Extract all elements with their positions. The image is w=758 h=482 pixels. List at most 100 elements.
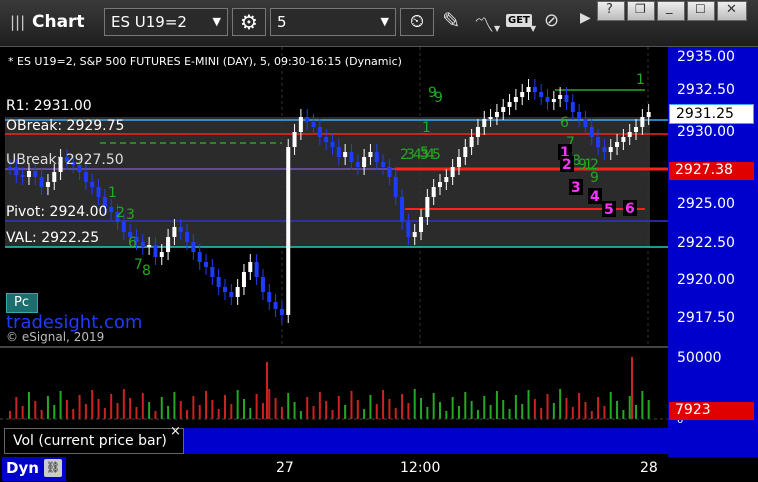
candle-body	[197, 252, 202, 262]
volume-bar	[426, 407, 429, 419]
volume-bar	[198, 405, 201, 419]
candle-body	[45, 182, 50, 187]
volume-bar	[306, 397, 309, 419]
get-data-icon[interactable]: GET	[506, 14, 532, 27]
volume-bar	[249, 408, 252, 419]
candle-body	[216, 277, 221, 287]
restore-icon: ❐	[635, 2, 646, 16]
candle-body	[589, 127, 594, 137]
volume-label-strip	[184, 428, 668, 454]
volume-bar	[103, 408, 106, 419]
volume-bar	[318, 392, 321, 419]
volume-bar	[559, 389, 562, 419]
volume-bar	[647, 400, 650, 419]
candle-body	[267, 292, 272, 302]
volume-bar	[413, 389, 416, 419]
candle-body	[475, 127, 480, 137]
volume-bar	[59, 391, 62, 419]
val-label: VAL: 2922.25	[6, 230, 100, 246]
volume-bar	[325, 401, 328, 419]
symbol-selector[interactable]: ES U19=2 ▼	[104, 8, 228, 36]
candle-body	[229, 292, 234, 297]
volume-bar	[628, 396, 631, 419]
candle-body	[615, 142, 620, 147]
minimize-button[interactable]: _	[657, 0, 685, 21]
volume-bar	[72, 409, 75, 419]
volume-study-label[interactable]: Vol (current price bar)	[4, 428, 184, 454]
candle-body	[450, 167, 455, 177]
volume-bar	[9, 411, 11, 419]
price-tick: 2935.00	[677, 49, 735, 65]
link-icon[interactable]: ⊘	[544, 10, 559, 31]
symbol-dropdown-icon[interactable]: ▼	[213, 9, 221, 35]
maximize-button[interactable]: ☐	[687, 1, 715, 21]
volume-bar	[502, 400, 505, 419]
candle-body	[279, 309, 284, 315]
volume-bar	[217, 409, 220, 419]
volume-bar	[401, 394, 404, 419]
volume-last-value: 7923	[675, 402, 711, 418]
volume-bar	[641, 391, 644, 419]
candle-body	[564, 95, 569, 102]
price-tick: 2920.00	[677, 272, 735, 288]
candle-body	[109, 207, 114, 212]
title-bar: ||| Chart ES U19=2 ▼ ⚙ 5 ▼ ⏲ ✎ 〽 ▼ GET ▼…	[0, 0, 758, 47]
pc-button[interactable]: Pc	[6, 293, 38, 313]
restore-button[interactable]: ❐	[627, 1, 655, 21]
close-study-icon[interactable]: ×	[170, 424, 181, 439]
link-chart-icon[interactable]: ⛓	[44, 459, 62, 477]
volume-bar	[135, 407, 138, 419]
volume-bar	[34, 401, 37, 419]
close-icon: ✕	[726, 2, 737, 17]
close-button[interactable]: ✕	[717, 1, 747, 21]
volume-bar	[337, 396, 340, 419]
dyn-button[interactable]: Dyn ⛓	[2, 457, 66, 481]
volume-bar	[571, 407, 574, 419]
candle-body	[191, 242, 196, 252]
volume-bar	[211, 400, 214, 419]
candle-body	[260, 277, 265, 292]
volume-bar	[179, 401, 182, 419]
volume-bar	[205, 391, 208, 419]
pencil-icon[interactable]: ✎	[442, 9, 460, 34]
studies-dropdown-icon[interactable]: ▼	[494, 24, 500, 33]
volume-bar	[451, 397, 454, 419]
volume-bar	[514, 395, 517, 419]
last-price-value: 2931.25	[676, 106, 734, 122]
price-tick: 2917.50	[677, 310, 735, 326]
studies-icon[interactable]: 〽	[474, 9, 494, 38]
chart-canvas[interactable]: 1912 367 8912345678912345912345 6	[0, 47, 758, 457]
interval-dropdown-icon[interactable]: ▼	[381, 9, 389, 35]
time-settings-button[interactable]: ⏲	[400, 8, 434, 36]
value-area-box	[5, 117, 650, 247]
get-dropdown-icon[interactable]: ▼	[530, 24, 536, 33]
candle-body	[558, 95, 563, 99]
volume-bar	[141, 393, 144, 419]
candle-body	[90, 182, 95, 187]
candle-body	[178, 227, 183, 232]
price-tick: 2932.50	[677, 82, 735, 98]
candle-body	[26, 171, 31, 177]
candle-body	[292, 132, 297, 147]
candle-body	[419, 217, 424, 232]
volume-bar	[40, 410, 43, 419]
volume-bar	[483, 396, 486, 419]
gear-icon: ⚙	[240, 10, 258, 34]
dyn-label: Dyn	[6, 459, 39, 477]
interval-selector[interactable]: 5 ▼	[270, 8, 396, 36]
volume-bar	[609, 392, 612, 419]
volume-bar	[230, 404, 233, 419]
volume-bar	[148, 402, 151, 419]
volume-bar	[160, 397, 163, 419]
symbol-settings-button[interactable]: ⚙	[232, 8, 266, 36]
price-tick: 2925.00	[677, 196, 735, 212]
td-count-magenta: 4	[590, 189, 600, 205]
candle-body	[602, 147, 607, 152]
volume-bar	[382, 390, 385, 419]
help-button[interactable]: ?	[597, 1, 625, 21]
question-icon: ?	[606, 2, 613, 17]
candle-body	[324, 137, 329, 142]
more-menu-icon[interactable]: ▶	[580, 10, 591, 26]
td-count-green: 6	[560, 115, 569, 131]
td-count-magenta: 5	[604, 202, 614, 218]
